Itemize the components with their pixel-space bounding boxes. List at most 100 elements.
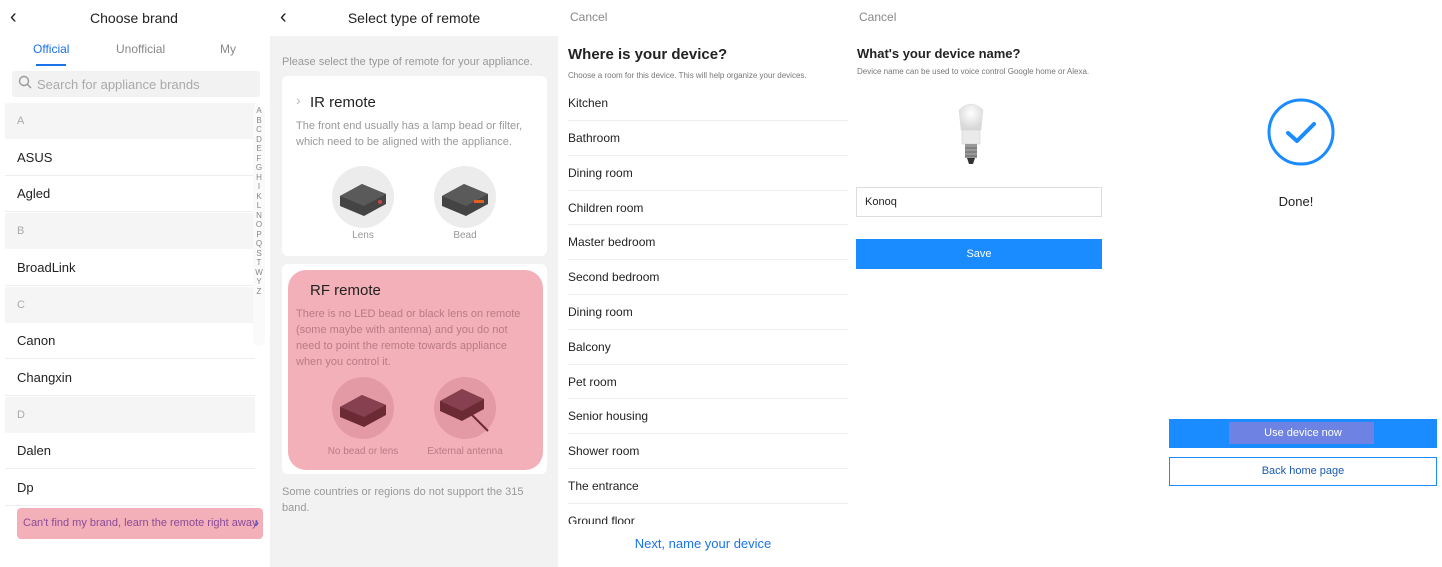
- alphabet-index-letter[interactable]: G: [253, 163, 265, 173]
- next-button[interactable]: Next, name your device: [558, 536, 848, 551]
- brand-list-item[interactable]: Dalen: [5, 433, 255, 470]
- section-header: C: [5, 286, 255, 323]
- tab-my[interactable]: My: [220, 42, 236, 56]
- use-device-button[interactable]: Use device now: [1169, 419, 1437, 448]
- alphabet-index-letter[interactable]: L: [253, 201, 265, 211]
- header: ‹ Choose brand: [0, 0, 268, 36]
- chevron-right-icon: ›: [296, 278, 301, 294]
- alphabet-index-letter[interactable]: Z: [253, 287, 265, 297]
- bulb-icon: [958, 103, 984, 164]
- room-list-item[interactable]: The entrance: [568, 469, 848, 504]
- ir-remote-desc: The front end usually has a lamp bead or…: [296, 120, 523, 148]
- search-input[interactable]: Search for appliance brands: [12, 71, 260, 97]
- back-home-button[interactable]: Back home page: [1169, 457, 1437, 486]
- page-title: Select type of remote: [347, 10, 481, 26]
- page-title: Choose brand: [90, 10, 178, 26]
- active-tab-indicator: [36, 64, 66, 66]
- search-icon: [18, 75, 32, 89]
- alphabet-index-letter[interactable]: C: [253, 125, 265, 135]
- room-list-item[interactable]: Second bedroom: [568, 260, 848, 295]
- room-list-item[interactable]: Dining room: [568, 295, 848, 330]
- learn-remote-label: Can't find my brand, learn the remote ri…: [23, 517, 258, 529]
- section-header: A: [5, 103, 255, 139]
- brand-list-item[interactable]: Dp: [5, 470, 255, 506]
- brand-list-item[interactable]: Changxin: [5, 360, 255, 396]
- alphabet-index-letter[interactable]: I: [253, 182, 265, 192]
- done-screen: Done! Use device now Back home page: [1150, 0, 1442, 567]
- alphabet-index-letter[interactable]: H: [253, 173, 265, 183]
- no-bead-label: No bead or lens: [327, 446, 399, 457]
- room-subtitle: Choose a room for this device. This will…: [568, 71, 807, 80]
- lens-remote-icon: [332, 166, 394, 228]
- alphabet-index-letter[interactable]: N: [253, 211, 265, 221]
- alphabet-index[interactable]: ABCDEFGHIKLNOPQSTWYZ: [253, 106, 265, 346]
- alphabet-index-letter[interactable]: W: [253, 268, 265, 278]
- brand-list-item[interactable]: Canon: [5, 323, 255, 360]
- cancel-button[interactable]: Cancel: [570, 10, 607, 24]
- brand-list-item[interactable]: ASUS: [5, 140, 255, 176]
- alphabet-index-letter[interactable]: O: [253, 220, 265, 230]
- lens-label: Lens: [352, 230, 374, 241]
- save-button[interactable]: Save: [856, 239, 1102, 269]
- choose-brand-screen: ‹ Choose brand Official Unofficial My Se…: [0, 0, 268, 567]
- room-list-item[interactable]: Master bedroom: [568, 225, 848, 261]
- cancel-button[interactable]: Cancel: [859, 10, 896, 24]
- room-list-item[interactable]: Kitchen: [568, 88, 848, 121]
- check-circle-icon: [1267, 98, 1335, 166]
- bead-remote-icon: [434, 166, 496, 228]
- no-bead-remote-icon: [332, 377, 394, 439]
- room-list-item[interactable]: Balcony: [568, 330, 848, 365]
- device-name-screen: Cancel What's your device name? Device n…: [848, 0, 1138, 567]
- rf-remote-title: RF remote: [310, 282, 381, 299]
- done-label: Done!: [1278, 194, 1314, 209]
- chevron-right-icon: ›: [254, 514, 259, 530]
- alphabet-index-letter[interactable]: B: [253, 116, 265, 126]
- remote-type-hint: Please select the type of remote for you…: [282, 56, 533, 68]
- alphabet-index-letter[interactable]: D: [253, 135, 265, 145]
- rf-remote-card[interactable]: › RF remote There is no LED bead or blac…: [282, 264, 547, 474]
- antenna-remote-icon: [434, 377, 496, 439]
- header: ‹ Select type of remote: [270, 0, 558, 36]
- chevron-right-icon: ›: [296, 92, 301, 108]
- alphabet-index-letter[interactable]: Y: [253, 277, 265, 287]
- alphabet-index-letter[interactable]: Q: [253, 239, 265, 249]
- alphabet-index-letter[interactable]: T: [253, 258, 265, 268]
- brand-list-item[interactable]: Agled: [5, 176, 255, 213]
- alphabet-index-letter[interactable]: F: [253, 154, 265, 164]
- brand-tabs: Official Unofficial My: [0, 42, 268, 68]
- learn-remote-button[interactable]: Can't find my brand, learn the remote ri…: [17, 508, 263, 539]
- remote-type-screen: ‹ Select type of remote Please select th…: [270, 0, 558, 567]
- page-title: Where is your device?: [568, 46, 728, 63]
- room-screen: Cancel Where is your device? Choose a ro…: [558, 0, 848, 567]
- ir-remote-title: IR remote: [310, 94, 376, 111]
- room-list-item[interactable]: Ground floor: [568, 504, 848, 524]
- bead-label: Bead: [453, 230, 477, 241]
- device-name-field[interactable]: [856, 187, 1102, 217]
- alphabet-index-letter[interactable]: K: [253, 192, 265, 202]
- name-subtitle: Device name can be used to voice control…: [857, 67, 1090, 76]
- tab-unofficial[interactable]: Unofficial: [116, 42, 165, 56]
- room-list-item[interactable]: Dining room: [568, 156, 848, 191]
- rf-remote-highlight: › RF remote There is no LED bead or blac…: [288, 270, 543, 470]
- alphabet-index-letter[interactable]: A: [253, 106, 265, 116]
- ir-remote-card[interactable]: › IR remote The front end usually has a …: [282, 76, 547, 256]
- tab-official[interactable]: Official: [33, 42, 69, 56]
- room-list-item[interactable]: Shower room: [568, 434, 848, 469]
- section-header: B: [5, 213, 255, 250]
- use-device-label: Use device now: [1264, 427, 1342, 439]
- room-list-item[interactable]: Bathroom: [568, 121, 848, 156]
- room-list: Kitchen Bathroom Dining room Children room M…: [568, 88, 848, 524]
- room-list-item[interactable]: Children room: [568, 191, 848, 226]
- alphabet-index-letter[interactable]: S: [253, 249, 265, 259]
- alphabet-index-letter[interactable]: P: [253, 230, 265, 240]
- brand-list-item[interactable]: BroadLink: [5, 250, 255, 286]
- search-placeholder: Search for appliance brands: [37, 77, 200, 92]
- page-title: What's your device name?: [857, 46, 1021, 61]
- section-header: D: [5, 396, 255, 433]
- alphabet-index-letter[interactable]: E: [253, 144, 265, 154]
- room-list-item[interactable]: Pet room: [568, 365, 848, 400]
- room-list-item[interactable]: Senior housing: [568, 399, 848, 435]
- antenna-label: External antenna: [427, 446, 503, 457]
- band-footnote: Some countries or regions do not support…: [282, 486, 524, 514]
- rf-remote-desc: There is no LED bead or black lens on re…: [296, 308, 521, 368]
